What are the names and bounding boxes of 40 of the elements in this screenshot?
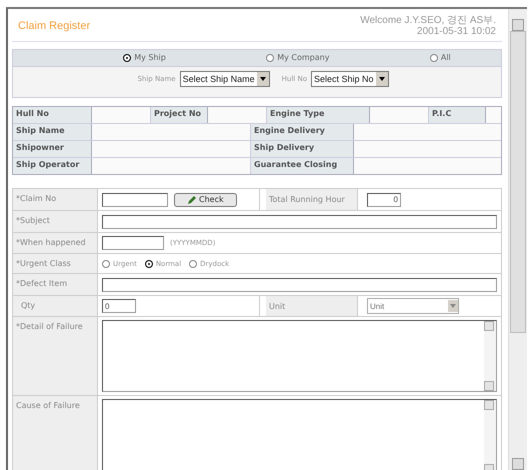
datetime-text: 2001-05-31 10:02 [417,26,496,37]
info-header-cell: Hull No [13,107,92,123]
defect-item-label: *Defect Item [13,274,98,295]
scope-radio[interactable]: My Company [266,53,330,62]
unit-select[interactable]: Unit [367,298,459,314]
running-hour-input[interactable]: 0 [367,192,401,206]
page-title: Claim Register [18,20,90,32]
scope-radio[interactable]: My Ship [123,53,166,62]
info-header-cell: Engine Delivery [251,124,354,140]
qty-input[interactable]: 0 [102,299,136,313]
detail-label: *Detail of Failure [13,317,98,395]
scope-radio[interactable]: All [430,53,451,62]
cause-label: Cause of Failure [13,396,98,470]
running-hour-label: Total Running Hour [266,189,358,210]
hull-no-select[interactable]: Select Ship No [311,71,389,87]
info-header-cell: Ship Name [13,124,92,140]
date-input[interactable] [102,236,164,250]
check-button[interactable]: Check [174,192,237,206]
info-header-cell: Ship Operator [13,158,92,174]
welcome-text: Welcome J.Y.SEO, 경진 AS부. [360,15,496,26]
info-header-cell: Project No [151,107,208,123]
qty-label: Qty [13,296,98,316]
info-header-cell: Shipowner [13,141,92,157]
claim-no-label: *Claim No [13,189,98,210]
info-header-cell: P.I.C [429,107,486,123]
info-value-cell [486,107,501,123]
subject-input[interactable] [102,214,497,228]
pencil-icon [187,194,196,204]
defect-item-input[interactable] [102,278,497,292]
claim-no-input[interactable] [102,192,168,206]
info-header-cell: Engine Type [267,107,370,123]
urgent-class-label: *Urgent Class [13,254,98,273]
unit-label: Unit [266,296,358,316]
subject-label: *Subject [13,211,98,232]
info-header-cell: Guarantee Closing [251,158,354,174]
info-header-cell: Ship Delivery [251,141,354,157]
when-happened-label: *When happened [13,233,98,253]
ship-name-select[interactable]: Select Ship Name [180,71,270,87]
scrollbar[interactable] [508,9,527,470]
detail-textarea[interactable] [102,320,497,392]
